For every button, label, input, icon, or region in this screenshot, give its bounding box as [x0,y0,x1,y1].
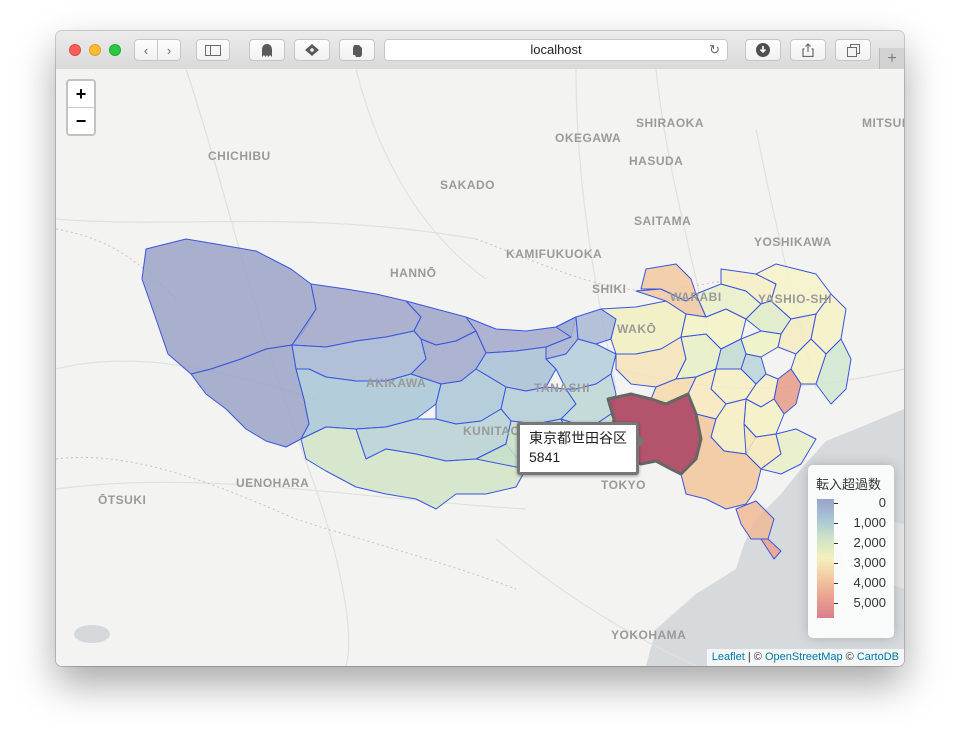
maximize-window-button[interactable] [109,44,121,56]
forward-button[interactable]: › [157,39,181,61]
place-label: SAKADO [440,178,495,192]
legend-tick: 2,000 [834,535,886,550]
zoom-out-button[interactable]: − [68,108,94,134]
region-taito[interactable] [740,330,782,358]
tag-icon [305,44,319,56]
place-label: ŌTSUKI [98,493,146,507]
legend-tick: 4,000 [834,575,886,590]
close-window-button[interactable] [69,44,81,56]
openstreetmap-link[interactable]: OpenStreetMap [765,651,843,663]
share-button[interactable] [790,39,826,61]
chevron-right-icon: › [166,42,172,58]
place-label: TOKYO [601,478,646,492]
sidebar-icon [205,44,221,56]
reload-icon[interactable]: ↻ [709,40,720,60]
map-canvas: CHICHIBU OKEGAWA SHIRAOKA MITSUK SAKADO … [56,69,904,666]
place-label: KAMIFUKUOKA [506,247,602,261]
place-label: SHIRAOKA [636,116,704,130]
address-text: localhost [530,42,582,57]
minimize-window-button[interactable] [89,44,101,56]
zoom-in-button[interactable]: + [68,81,94,108]
plus-icon: + [887,50,897,67]
evernote-extension-button[interactable] [339,39,375,61]
browser-window: ‹ › localhost ↻ + CHICHIBU OKEGAWA SHIRA… [56,31,904,666]
ghost-icon [262,43,272,57]
legend-tick: 0 [834,495,886,510]
leaflet-link[interactable]: Leaflet [712,651,745,663]
place-label: HASUDA [629,154,683,168]
extension-button-2[interactable] [294,39,330,61]
chevron-left-icon: ‹ [143,42,149,58]
legend-color-bar [817,499,834,618]
attribution-separator: | © [744,651,765,663]
map-attribution: Leaflet | © OpenStreetMap © CartoDB [706,649,904,666]
legend-tick: 3,000 [834,555,886,570]
new-tab-button[interactable]: + [879,48,904,69]
address-bar[interactable]: localhost ↻ [384,39,728,61]
place-label: OKEGAWA [555,131,621,145]
share-icon [802,43,814,57]
sidebar-button[interactable] [196,39,230,61]
download-icon [756,43,770,57]
map-legend: 転入超過数 0 1,000 2,000 3,000 4,000 5,000 [808,465,894,638]
tooltip-region-name: 東京都世田谷区 [529,430,627,446]
legend-title: 転入超過数 [816,477,882,492]
place-label: CHICHIBU [208,149,271,163]
region-tooltip: 東京都世田谷区 5841 [517,422,645,475]
place-label: YOSHIKAWA [754,235,832,249]
place-label: MITSUK [862,116,904,130]
attribution-separator: © [842,651,857,663]
place-label: SAITAMA [634,214,691,228]
title-bar: ‹ › localhost ↻ + [56,31,904,70]
tabs-overview-button[interactable] [835,39,871,61]
place-label: WARABI [670,290,722,304]
leaflet-map[interactable]: CHICHIBU OKEGAWA SHIRAOKA MITSUK SAKADO … [56,69,904,666]
lake [74,625,110,643]
zoom-control: + − [66,79,96,136]
legend-tick: 1,000 [834,515,886,530]
elephant-icon [353,44,362,57]
place-label: UENOHARA [236,476,309,490]
ghostery-extension-button[interactable] [249,39,285,61]
tooltip-region-value: 5841 [529,449,561,465]
place-label: TANASHI [534,381,590,395]
cartodb-link[interactable]: CartoDB [857,651,899,663]
place-label: YOKOHAMA [611,628,686,642]
place-label: HANNŌ [390,266,437,280]
place-label: AKIKAWA [366,376,426,390]
place-label: SHIKI [592,282,627,296]
place-label: WAKŌ [617,322,656,336]
downloads-button[interactable] [745,39,781,61]
back-button[interactable]: ‹ [134,39,158,61]
choropleth-layer [141,238,852,560]
tabs-icon [846,43,860,57]
legend-tick: 5,000 [834,595,886,610]
place-label: YASHIO-SHI [758,292,832,306]
